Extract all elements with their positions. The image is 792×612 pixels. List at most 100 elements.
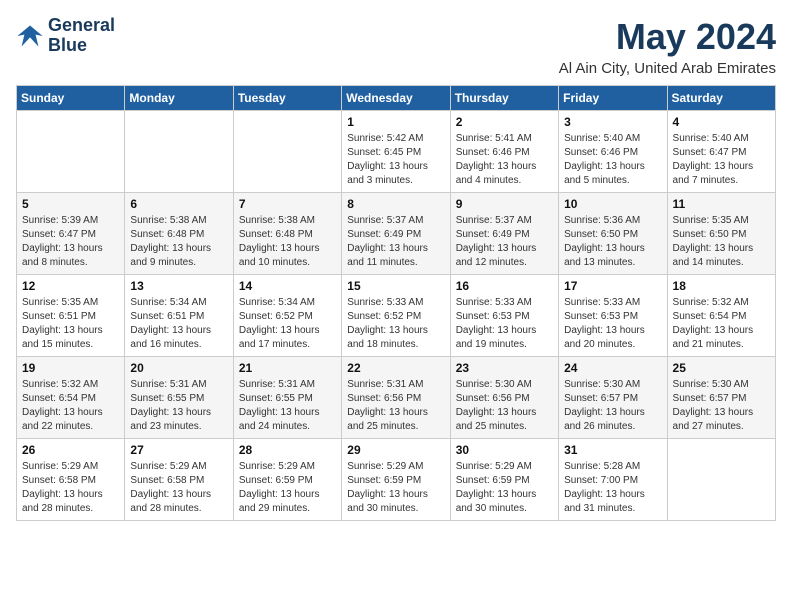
calendar-cell: 10 Sunrise: 5:36 AM Sunset: 6:50 PM Dayli… <box>559 193 667 275</box>
day-number: 16 <box>456 279 553 293</box>
day-info: Sunrise: 5:38 AM Sunset: 6:48 PM Dayligh… <box>130 214 227 270</box>
day-info: Sunrise: 5:29 AM Sunset: 6:59 PM Dayligh… <box>456 460 553 516</box>
day-number: 21 <box>239 361 336 375</box>
day-number: 20 <box>130 361 227 375</box>
day-info: Sunrise: 5:33 AM Sunset: 6:53 PM Dayligh… <box>564 296 661 352</box>
logo-icon <box>16 22 44 50</box>
day-info: Sunrise: 5:29 AM Sunset: 6:59 PM Dayligh… <box>347 460 444 516</box>
calendar-cell: 18 Sunrise: 5:32 AM Sunset: 6:54 PM Dayli… <box>667 275 775 357</box>
calendar-cell: 15 Sunrise: 5:33 AM Sunset: 6:52 PM Dayli… <box>342 275 450 357</box>
day-number: 30 <box>456 443 553 457</box>
day-info: Sunrise: 5:30 AM Sunset: 6:57 PM Dayligh… <box>673 378 770 434</box>
day-number: 17 <box>564 279 661 293</box>
day-number: 15 <box>347 279 444 293</box>
day-info: Sunrise: 5:32 AM Sunset: 6:54 PM Dayligh… <box>22 378 119 434</box>
day-info: Sunrise: 5:38 AM Sunset: 6:48 PM Dayligh… <box>239 214 336 270</box>
day-info: Sunrise: 5:29 AM Sunset: 6:58 PM Dayligh… <box>22 460 119 516</box>
day-number: 22 <box>347 361 444 375</box>
calendar-title: May 2024 <box>559 16 776 58</box>
calendar-cell: 19Sunrise: 5:32 AM Sunset: 6:54 PM Dayli… <box>17 357 125 439</box>
day-number: 24 <box>564 361 661 375</box>
calendar-cell: 1 Sunrise: 5:42 AM Sunset: 6:45 PM Daylig… <box>342 111 450 193</box>
weekday-header-saturday: Saturday <box>667 86 775 111</box>
calendar-week-1: 1 Sunrise: 5:42 AM Sunset: 6:45 PM Daylig… <box>17 111 776 193</box>
day-number: 29 <box>347 443 444 457</box>
weekday-header-friday: Friday <box>559 86 667 111</box>
day-info: Sunrise: 5:37 AM Sunset: 6:49 PM Dayligh… <box>456 214 553 270</box>
day-number: 5 <box>22 197 119 211</box>
day-info: Sunrise: 5:34 AM Sunset: 6:51 PM Dayligh… <box>130 296 227 352</box>
day-info: Sunrise: 5:42 AM Sunset: 6:45 PM Dayligh… <box>347 132 444 188</box>
weekday-header-tuesday: Tuesday <box>233 86 341 111</box>
day-info: Sunrise: 5:31 AM Sunset: 6:56 PM Dayligh… <box>347 378 444 434</box>
day-number: 10 <box>564 197 661 211</box>
day-number: 3 <box>564 115 661 129</box>
day-number: 18 <box>673 279 770 293</box>
day-info: Sunrise: 5:28 AM Sunset: 7:00 PM Dayligh… <box>564 460 661 516</box>
calendar-cell: 23Sunrise: 5:30 AM Sunset: 6:56 PM Dayli… <box>450 357 558 439</box>
day-info: Sunrise: 5:35 AM Sunset: 6:51 PM Dayligh… <box>22 296 119 352</box>
day-info: Sunrise: 5:33 AM Sunset: 6:52 PM Dayligh… <box>347 296 444 352</box>
day-info: Sunrise: 5:37 AM Sunset: 6:49 PM Dayligh… <box>347 214 444 270</box>
calendar-cell <box>125 111 233 193</box>
logo: General Blue <box>16 16 115 56</box>
day-info: Sunrise: 5:36 AM Sunset: 6:50 PM Dayligh… <box>564 214 661 270</box>
calendar-cell: 24 Sunrise: 5:30 AM Sunset: 6:57 PM Dayli… <box>559 357 667 439</box>
weekday-header-sunday: Sunday <box>17 86 125 111</box>
day-info: Sunrise: 5:35 AM Sunset: 6:50 PM Dayligh… <box>673 214 770 270</box>
day-number: 28 <box>239 443 336 457</box>
calendar-cell: 13 Sunrise: 5:34 AM Sunset: 6:51 PM Dayli… <box>125 275 233 357</box>
day-info: Sunrise: 5:40 AM Sunset: 6:46 PM Dayligh… <box>564 132 661 188</box>
calendar-cell: 17 Sunrise: 5:33 AM Sunset: 6:53 PM Dayli… <box>559 275 667 357</box>
calendar-title-block: May 2024 Al Ain City, United Arab Emirat… <box>559 16 776 77</box>
day-number: 31 <box>564 443 661 457</box>
day-info: Sunrise: 5:32 AM Sunset: 6:54 PM Dayligh… <box>673 296 770 352</box>
calendar-cell: 26 Sunrise: 5:29 AM Sunset: 6:58 PM Dayli… <box>17 439 125 521</box>
calendar-cell: 12 Sunrise: 5:35 AM Sunset: 6:51 PM Dayli… <box>17 275 125 357</box>
calendar-table: SundayMondayTuesdayWednesdayThursdayFrid… <box>16 85 776 521</box>
calendar-cell: 27 Sunrise: 5:29 AM Sunset: 6:58 PM Dayli… <box>125 439 233 521</box>
day-number: 1 <box>347 115 444 129</box>
day-number: 6 <box>130 197 227 211</box>
day-info: Sunrise: 5:31 AM Sunset: 6:55 PM Dayligh… <box>130 378 227 434</box>
calendar-cell: 29 Sunrise: 5:29 AM Sunset: 6:59 PM Dayli… <box>342 439 450 521</box>
calendar-cell: 2 Sunrise: 5:41 AM Sunset: 6:46 PM Daylig… <box>450 111 558 193</box>
calendar-cell: 9 Sunrise: 5:37 AM Sunset: 6:49 PM Daylig… <box>450 193 558 275</box>
day-info: Sunrise: 5:39 AM Sunset: 6:47 PM Dayligh… <box>22 214 119 270</box>
day-number: 7 <box>239 197 336 211</box>
weekday-header-thursday: Thursday <box>450 86 558 111</box>
day-info: Sunrise: 5:41 AM Sunset: 6:46 PM Dayligh… <box>456 132 553 188</box>
calendar-cell <box>667 439 775 521</box>
calendar-cell: 21Sunrise: 5:31 AM Sunset: 6:55 PM Dayli… <box>233 357 341 439</box>
calendar-cell: 14Sunrise: 5:34 AM Sunset: 6:52 PM Dayli… <box>233 275 341 357</box>
calendar-cell: 11 Sunrise: 5:35 AM Sunset: 6:50 PM Dayli… <box>667 193 775 275</box>
day-info: Sunrise: 5:29 AM Sunset: 6:58 PM Dayligh… <box>130 460 227 516</box>
day-info: Sunrise: 5:33 AM Sunset: 6:53 PM Dayligh… <box>456 296 553 352</box>
calendar-cell: 28Sunrise: 5:29 AM Sunset: 6:59 PM Dayli… <box>233 439 341 521</box>
day-number: 2 <box>456 115 553 129</box>
calendar-cell: 4Sunrise: 5:40 AM Sunset: 6:47 PM Daylig… <box>667 111 775 193</box>
day-number: 8 <box>347 197 444 211</box>
day-number: 25 <box>673 361 770 375</box>
logo-text: General Blue <box>48 16 115 56</box>
calendar-cell: 7 Sunrise: 5:38 AM Sunset: 6:48 PM Daylig… <box>233 193 341 275</box>
calendar-cell: 25 Sunrise: 5:30 AM Sunset: 6:57 PM Dayli… <box>667 357 775 439</box>
day-number: 14 <box>239 279 336 293</box>
calendar-cell: 8 Sunrise: 5:37 AM Sunset: 6:49 PM Daylig… <box>342 193 450 275</box>
calendar-cell: 30 Sunrise: 5:29 AM Sunset: 6:59 PM Dayli… <box>450 439 558 521</box>
calendar-week-5: 26 Sunrise: 5:29 AM Sunset: 6:58 PM Dayli… <box>17 439 776 521</box>
day-number: 9 <box>456 197 553 211</box>
day-number: 26 <box>22 443 119 457</box>
day-number: 12 <box>22 279 119 293</box>
calendar-week-2: 5 Sunrise: 5:39 AM Sunset: 6:47 PM Daylig… <box>17 193 776 275</box>
day-info: Sunrise: 5:30 AM Sunset: 6:57 PM Dayligh… <box>564 378 661 434</box>
day-number: 23 <box>456 361 553 375</box>
day-number: 13 <box>130 279 227 293</box>
calendar-cell <box>233 111 341 193</box>
day-number: 11 <box>673 197 770 211</box>
weekday-header-monday: Monday <box>125 86 233 111</box>
day-number: 27 <box>130 443 227 457</box>
calendar-subtitle: Al Ain City, United Arab Emirates <box>559 60 776 77</box>
day-number: 4 <box>673 115 770 129</box>
weekday-header-wednesday: Wednesday <box>342 86 450 111</box>
